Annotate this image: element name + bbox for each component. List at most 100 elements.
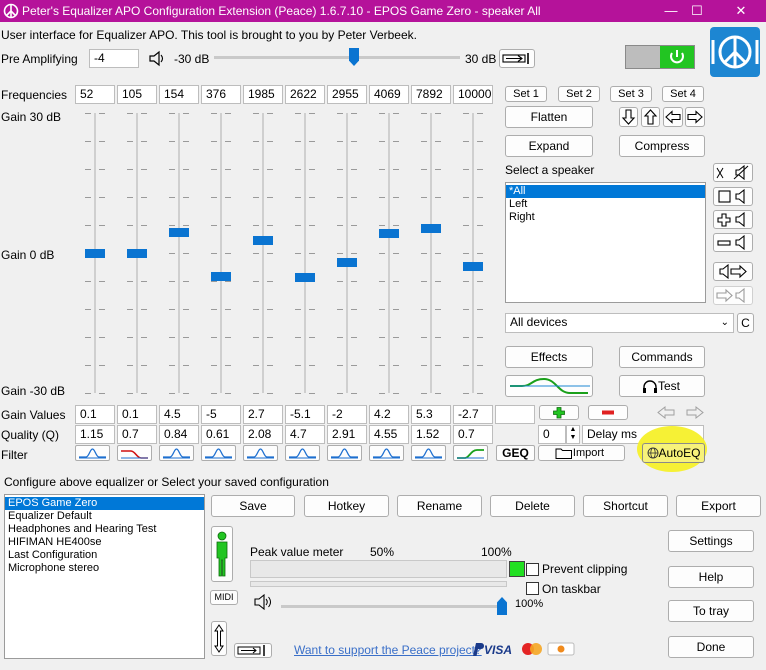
gain-slider-track[interactable]	[304, 113, 306, 393]
gain-slider-thumb[interactable]	[127, 249, 147, 258]
filter-type-button[interactable]	[285, 445, 320, 461]
filter-type-button[interactable]	[453, 445, 488, 461]
gain-value-input[interactable]: 4.5	[159, 405, 199, 424]
compress-button[interactable]: Compress	[619, 135, 705, 157]
set-4-button[interactable]: Set 4	[662, 86, 704, 102]
filter-type-button[interactable]	[201, 445, 236, 461]
gain-value-input[interactable]: -2	[327, 405, 367, 424]
filter-type-button[interactable]	[243, 445, 278, 461]
settings-button[interactable]: Settings	[668, 530, 754, 552]
quality-input[interactable]: 2.08	[243, 425, 283, 444]
quality-input[interactable]: 1.15	[75, 425, 115, 444]
gain-slider-track[interactable]	[178, 113, 180, 393]
quality-input[interactable]: 2.91	[327, 425, 367, 444]
gain-value-input[interactable]: -5	[201, 405, 241, 424]
quality-input[interactable]: 0.7	[453, 425, 493, 444]
expand-button[interactable]: Expand	[505, 135, 593, 157]
gain-value-input[interactable]: -2.7	[453, 405, 493, 424]
shift-right-button[interactable]	[685, 107, 705, 127]
quality-input[interactable]: 0.61	[201, 425, 241, 444]
gain-value-input[interactable]: 5.3	[411, 405, 451, 424]
speaker-copy-button[interactable]	[713, 262, 753, 281]
device-select[interactable]: All devices ⌄	[505, 313, 734, 333]
effects-button[interactable]: Effects	[505, 346, 593, 368]
shortcut-button[interactable]: Shortcut	[583, 495, 668, 517]
speaker-item[interactable]: Left	[506, 198, 705, 211]
commands-button[interactable]: Commands	[619, 346, 705, 368]
band-next-button[interactable]	[684, 405, 706, 420]
graph-button[interactable]	[505, 375, 593, 397]
config-item[interactable]: Microphone stereo	[5, 562, 204, 575]
delay-input[interactable]: 0	[538, 425, 566, 444]
filter-type-button[interactable]	[411, 445, 446, 461]
gain-slider-track[interactable]	[388, 113, 390, 393]
gain-slider-thumb[interactable]	[169, 228, 189, 237]
shift-down-button[interactable]	[619, 107, 638, 127]
save-button[interactable]: Save	[211, 495, 295, 517]
person-button[interactable]	[211, 526, 233, 582]
gain-slider-track[interactable]	[430, 113, 432, 393]
config-item[interactable]: EPOS Game Zero	[5, 497, 204, 510]
gain-value-extra[interactable]	[495, 405, 535, 424]
hotkey-button[interactable]: Hotkey	[304, 495, 389, 517]
gain-value-input[interactable]: 0.1	[117, 405, 157, 424]
set-2-button[interactable]: Set 2	[558, 86, 600, 102]
export-button[interactable]: Export	[676, 495, 761, 517]
import-button[interactable]: Import	[538, 445, 625, 461]
quality-input[interactable]: 4.55	[369, 425, 409, 444]
speaker-item[interactable]: *All	[506, 185, 705, 198]
gain-slider-track[interactable]	[262, 113, 264, 393]
frequency-input[interactable]: 1985	[243, 85, 283, 104]
gain-slider-thumb[interactable]	[421, 224, 441, 233]
frequency-input[interactable]: 2622	[285, 85, 325, 104]
quality-input[interactable]: 0.7	[117, 425, 157, 444]
config-list[interactable]: EPOS Game Zero Equalizer Default Headpho…	[4, 494, 205, 659]
speaker-box-button[interactable]	[713, 187, 753, 206]
filter-type-button[interactable]	[327, 445, 362, 461]
set-1-button[interactable]: Set 1	[505, 86, 547, 102]
gain-slider-track[interactable]	[220, 113, 222, 393]
gain-value-input[interactable]: -5.1	[285, 405, 325, 424]
power-toggle[interactable]	[625, 45, 695, 69]
shift-left-button[interactable]	[663, 107, 683, 127]
delay-stepper[interactable]: ▲ ▼	[566, 425, 580, 444]
on-taskbar-checkbox[interactable]	[526, 582, 539, 595]
frequency-input[interactable]: 52	[75, 85, 115, 104]
frequency-input[interactable]: 7892	[411, 85, 451, 104]
config-item[interactable]: Last Configuration	[5, 549, 204, 562]
support-link[interactable]: Want to support the Peace project?	[294, 643, 482, 657]
close-button[interactable]: ✕	[726, 2, 756, 20]
gain-value-input[interactable]: 4.2	[369, 405, 409, 424]
frequency-input[interactable]: 154	[159, 85, 199, 104]
c-button[interactable]: C	[737, 313, 754, 333]
delete-button[interactable]: Delete	[490, 495, 575, 517]
speaker-list[interactable]: *All Left Right	[505, 182, 706, 303]
gain-value-input[interactable]: 0.1	[75, 405, 115, 424]
autoeq-button[interactable]: AutoEQ	[642, 443, 705, 463]
flatten-button[interactable]: Flatten	[505, 106, 593, 128]
filter-type-button[interactable]	[159, 445, 194, 461]
frequency-input[interactable]: 4069	[369, 85, 409, 104]
pre-amp-slider[interactable]	[214, 56, 460, 59]
frequency-input[interactable]: 2955	[327, 85, 367, 104]
filter-type-button[interactable]	[117, 445, 152, 461]
gain-slider-track[interactable]	[472, 113, 474, 393]
pre-amp-apply-button[interactable]	[499, 49, 535, 68]
volume-slider[interactable]	[281, 605, 507, 608]
gain-slider-track[interactable]	[346, 113, 348, 393]
quality-input[interactable]: 0.84	[159, 425, 199, 444]
help-button[interactable]: Help	[668, 566, 754, 588]
gain-slider-thumb[interactable]	[337, 258, 357, 267]
compact-view-button[interactable]	[234, 643, 272, 658]
mute-speaker-button[interactable]	[713, 163, 753, 182]
gain-slider-thumb[interactable]	[295, 273, 315, 282]
gain-value-input[interactable]: 2.7	[243, 405, 283, 424]
quality-input[interactable]: 4.7	[285, 425, 325, 444]
resize-vertical-button[interactable]	[211, 621, 227, 656]
config-item[interactable]: Equalizer Default	[5, 510, 204, 523]
set-3-button[interactable]: Set 3	[610, 86, 652, 102]
shift-up-button[interactable]	[641, 107, 660, 127]
filter-type-button[interactable]	[369, 445, 404, 461]
speaker-paste-button[interactable]	[713, 286, 753, 305]
prevent-clipping-checkbox[interactable]	[526, 563, 539, 576]
